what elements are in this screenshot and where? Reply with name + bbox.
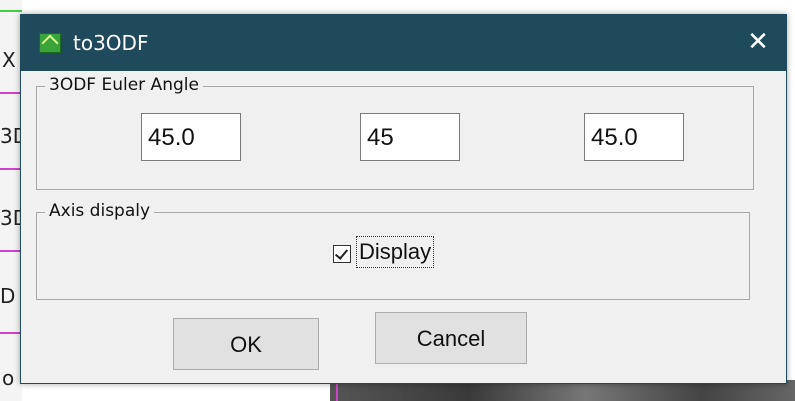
background-mark — [0, 10, 22, 12]
display-checkbox-label[interactable]: Display — [356, 236, 435, 268]
euler-angle-input-3[interactable]: 45.0 — [584, 113, 684, 161]
euler-angle-group-label: 3ODF Euler Angle — [45, 75, 203, 95]
background-mark — [0, 250, 22, 252]
dialog-title: to3ODF — [73, 31, 149, 55]
display-checkbox[interactable] — [333, 245, 351, 263]
background-mark — [0, 168, 22, 170]
background-window-left: X 3D 3D D o — [0, 0, 28, 401]
background-glyph: D — [0, 284, 16, 308]
background-glyph: o — [2, 366, 15, 390]
euler-angle-input-1[interactable]: 45.0 — [141, 113, 241, 161]
background-mark — [0, 332, 22, 334]
cancel-button[interactable]: Cancel — [375, 312, 527, 364]
app-icon — [39, 33, 61, 53]
close-icon[interactable]: ✕ — [740, 25, 776, 59]
euler-angle-input-2[interactable]: 45 — [360, 113, 460, 161]
background-mark — [0, 92, 22, 94]
title-bar[interactable]: to3ODF ✕ — [21, 15, 786, 71]
background-glyph: X — [2, 48, 16, 72]
axis-display-group-label: Axis dispaly — [45, 201, 155, 221]
ok-button[interactable]: OK — [173, 318, 319, 370]
